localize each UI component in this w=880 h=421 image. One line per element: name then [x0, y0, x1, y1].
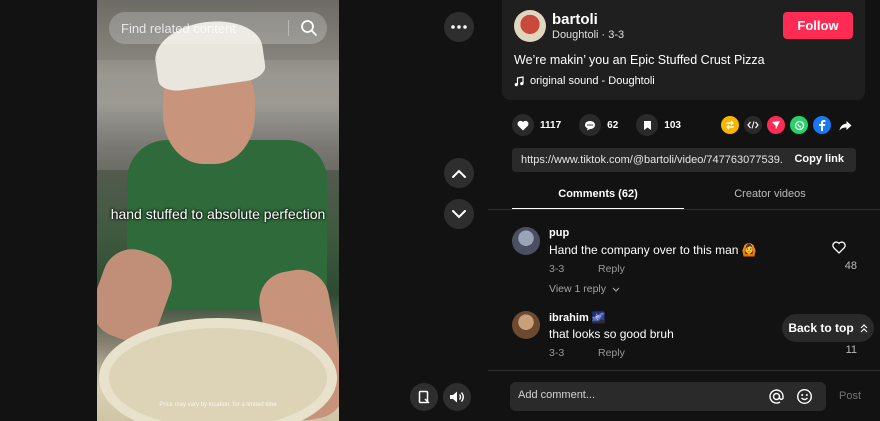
previous-video-button[interactable] — [444, 158, 474, 188]
facebook-icon[interactable] — [813, 116, 831, 134]
copy-link-button[interactable]: Copy link — [794, 153, 844, 165]
avatar[interactable] — [512, 311, 540, 339]
double-chevron-up-icon — [860, 323, 868, 332]
post-button[interactable]: Post — [839, 390, 861, 402]
author-username[interactable]: bartoli — [552, 11, 598, 28]
view-replies-label: View 1 reply — [549, 283, 607, 295]
embed-icon[interactable] — [744, 116, 762, 134]
avatar[interactable] — [512, 227, 540, 255]
share-arrow-icon[interactable] — [836, 116, 854, 134]
volume-button[interactable] — [443, 383, 471, 411]
comment-text: that looks so good bruh — [549, 327, 674, 341]
author-subtitle: Doughtoli · 3-3 — [552, 29, 625, 41]
comment-date: 3-3 — [549, 347, 565, 359]
save-action[interactable]: 103 — [636, 114, 681, 136]
chevron-up-icon — [452, 169, 466, 178]
comment-username[interactable]: pup — [549, 227, 569, 239]
details-panel: bartoli Doughtoli · 3-3 Follow We’re mak… — [488, 0, 880, 421]
save-count: 103 — [664, 119, 681, 131]
avatar[interactable] — [514, 10, 546, 42]
comment-text: Hand the company over to this man 🙆 — [549, 243, 757, 257]
comment-action[interactable]: 62 — [579, 114, 618, 136]
chevron-down-icon — [452, 209, 466, 218]
video-price-note: Price may vary by location; for a limite… — [159, 402, 277, 408]
next-video-button[interactable] — [444, 199, 474, 229]
volume-icon — [450, 391, 464, 403]
follow-button[interactable]: Follow — [783, 12, 853, 39]
more-dots-icon — [451, 25, 467, 29]
video-description: We’re makin’ you an Epic Stuffed Crust P… — [514, 53, 765, 67]
sound-link[interactable]: original sound - Doughtoli — [514, 75, 655, 87]
search-icon[interactable] — [299, 18, 319, 38]
share-link-box: https://www.tiktok.com/@bartoli/video/74… — [512, 148, 856, 172]
reply-button[interactable]: Reply — [598, 263, 625, 275]
report-button[interactable] — [410, 383, 438, 411]
comment-composer: Post — [488, 370, 880, 421]
reply-button[interactable]: Reply — [598, 347, 625, 359]
tab-creator-videos[interactable]: Creator videos — [684, 180, 856, 210]
view-replies-button[interactable]: View 1 reply — [549, 283, 620, 295]
chevron-down-icon — [612, 287, 620, 292]
video-info-card: bartoli Doughtoli · 3-3 Follow We’re mak… — [502, 0, 865, 100]
comment-like-count: 48 — [844, 260, 857, 272]
search-input[interactable] — [121, 20, 286, 36]
back-to-top-label: Back to top — [788, 321, 854, 335]
search-separator — [288, 20, 289, 36]
tabs-divider — [488, 209, 880, 210]
comment-date: 3-3 — [549, 263, 565, 275]
comment-bubble-icon — [579, 114, 602, 136]
share-link-text[interactable]: https://www.tiktok.com/@bartoli/video/74… — [521, 154, 783, 166]
like-count: 1117 — [540, 119, 562, 131]
send-icon[interactable] — [767, 116, 785, 134]
comment-like-button[interactable] — [829, 241, 849, 259]
tiktok-video-page: hand stuffed to absolute perfection Pric… — [0, 0, 880, 421]
video-caption: hand stuffed to absolute perfection — [110, 206, 326, 222]
music-note-icon — [514, 75, 524, 86]
comment-username[interactable]: ibrahim 🌌 — [549, 311, 605, 324]
heart-icon — [512, 114, 534, 136]
heart-outline-icon — [832, 241, 846, 254]
comment-count: 62 — [607, 119, 619, 131]
share-row — [721, 116, 854, 134]
tabs: Comments (62) Creator videos — [512, 180, 856, 210]
sound-label: original sound - Doughtoli — [530, 75, 655, 87]
back-to-top-button[interactable]: Back to top — [782, 314, 874, 342]
tab-comments[interactable]: Comments (62) — [512, 180, 684, 210]
bookmark-icon — [636, 114, 659, 136]
comment-like-count: 11 — [845, 344, 857, 356]
search-bar — [109, 12, 327, 44]
comment-input-box — [510, 382, 826, 411]
mention-icon[interactable] — [768, 388, 785, 405]
emoji-icon[interactable] — [796, 388, 813, 405]
whatsapp-icon[interactable] — [790, 116, 808, 134]
more-options-button[interactable] — [444, 12, 474, 42]
action-bar: 1117 62 103 — [512, 114, 699, 136]
report-icon — [418, 390, 430, 404]
like-action[interactable]: 1117 — [512, 114, 561, 136]
comment-input[interactable] — [518, 389, 758, 401]
repost-icon[interactable] — [721, 116, 739, 134]
video-area: hand stuffed to absolute perfection Pric… — [0, 0, 488, 421]
list-item: pup Hand the company over to this man 🙆 … — [512, 227, 857, 297]
